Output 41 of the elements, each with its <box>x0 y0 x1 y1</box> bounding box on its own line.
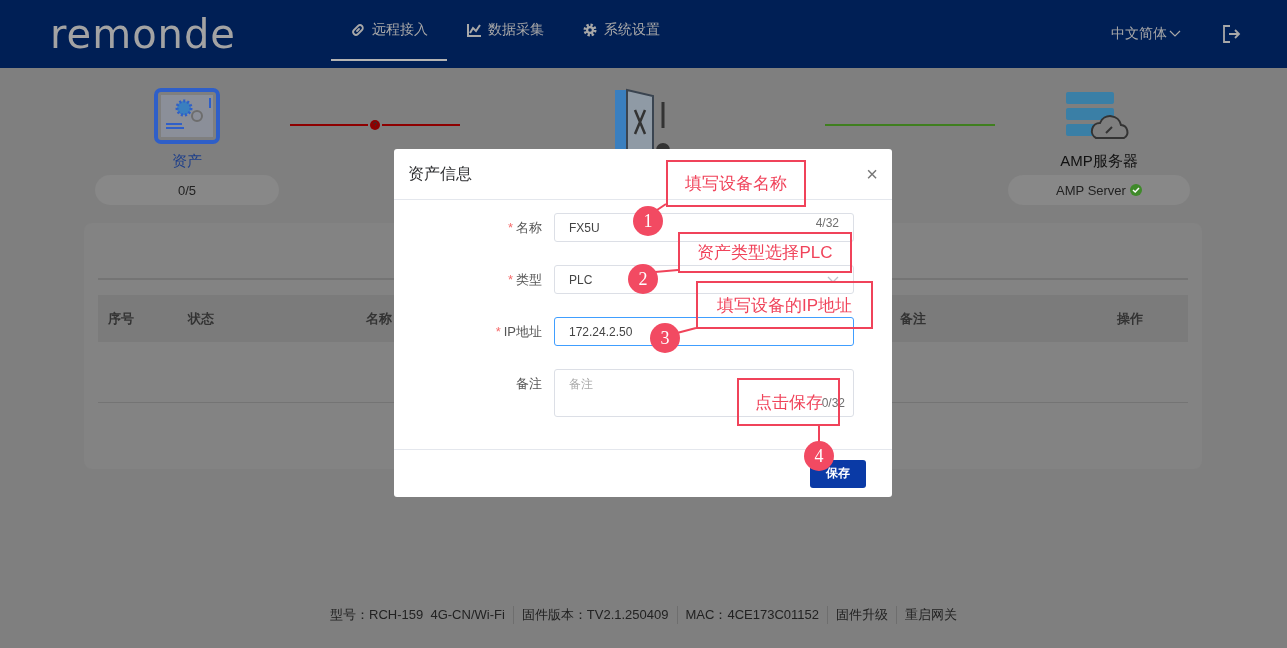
language-dropdown[interactable]: 中文简体 <box>1111 25 1181 43</box>
annotation-tooltip: 填写设备名称 <box>666 160 806 207</box>
logout-icon[interactable] <box>1221 24 1241 44</box>
footer-link[interactable]: 重启网关 <box>895 606 965 624</box>
dialog-title: 资产信息 <box>408 163 472 184</box>
asset-icon <box>154 88 220 144</box>
node-label: AMP服务器 <box>1060 152 1138 171</box>
field-label: IP地址 <box>503 324 542 339</box>
nav-tab[interactable]: 系统设置 <box>563 0 679 61</box>
required-mark: * <box>507 220 513 235</box>
nav-tab[interactable]: 数据采集 <box>447 0 563 61</box>
chart-icon <box>466 21 482 38</box>
gear-icon <box>582 21 598 38</box>
column-header: 名称 <box>366 309 393 328</box>
required-mark: * <box>495 324 501 339</box>
required-mark: * <box>507 272 513 287</box>
field-label: 类型 <box>516 272 542 287</box>
close-button[interactable]: × <box>866 164 878 184</box>
count-badge: 0/5 <box>95 175 279 205</box>
nav-tab[interactable]: 远程接入 <box>331 0 447 61</box>
column-header: 备注 <box>900 309 927 328</box>
field-label: 名称 <box>516 220 542 235</box>
footer-link[interactable]: 固件升级 <box>826 606 896 624</box>
leader-line <box>676 327 697 334</box>
column-header: 状态 <box>188 309 215 328</box>
status-badge: AMP Server <box>1008 175 1190 205</box>
leader-line <box>656 203 667 211</box>
chevron-down-icon <box>1169 30 1181 38</box>
footer-info: MAC：4CE173C01152 <box>676 606 827 624</box>
link-icon <box>350 21 366 38</box>
field-label: 备注 <box>516 376 542 391</box>
leader-line <box>654 269 679 273</box>
annotation-tooltip: 资产类型选择PLC <box>678 232 852 273</box>
footer-info: 型号：RCH-159 4G-CN/Wi-Fi <box>329 606 506 624</box>
footer-info: 固件版本：TV2.1.250409 <box>512 606 677 624</box>
chevron-down-icon <box>827 275 839 284</box>
column-header: 序号 <box>108 309 135 328</box>
annotation-tooltip: 填写设备的IP地址 <box>696 281 873 329</box>
column-header: 操作 <box>1117 309 1144 328</box>
node-label: 资产 <box>172 152 202 171</box>
logo: remonde <box>50 11 237 57</box>
